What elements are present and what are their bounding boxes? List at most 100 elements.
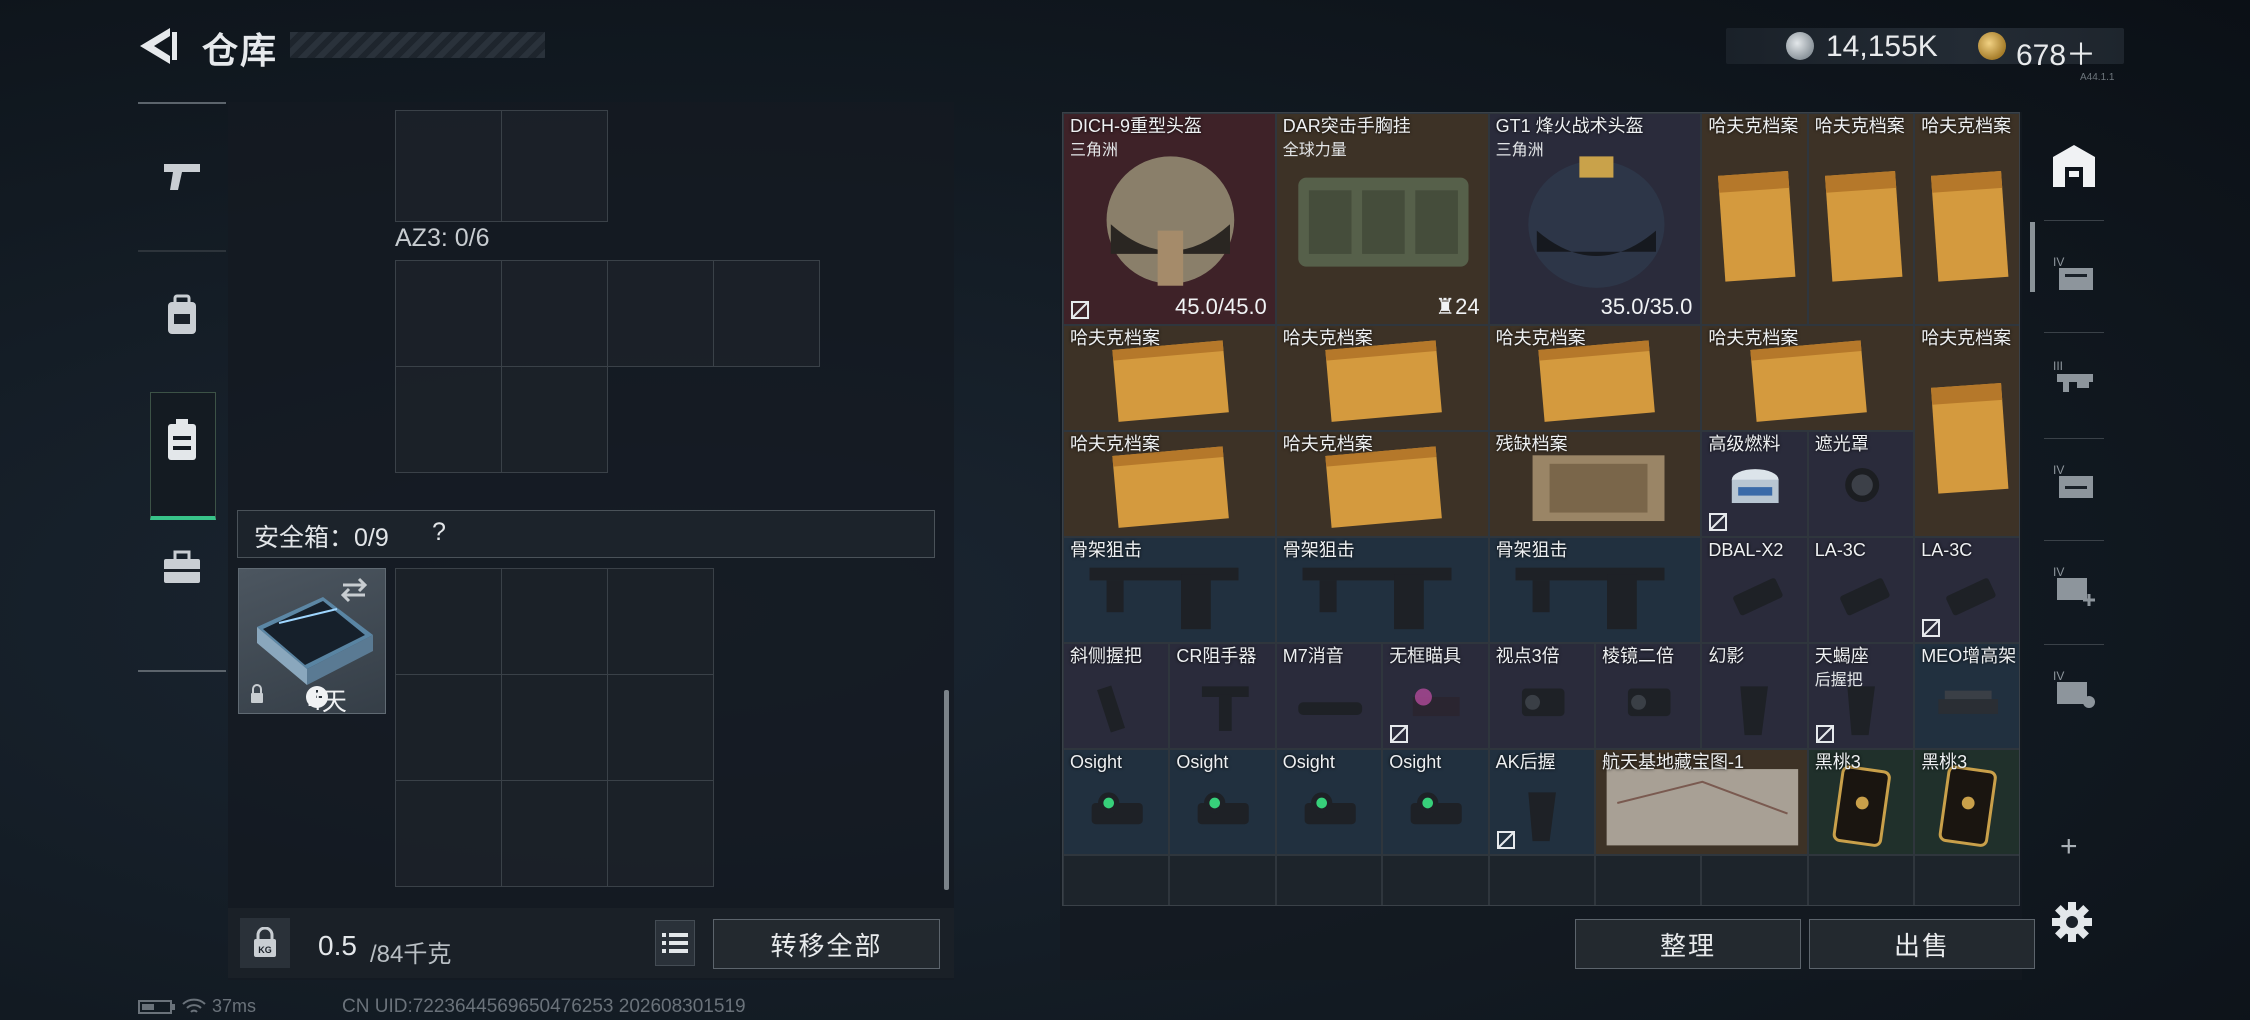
back-button[interactable]	[136, 24, 180, 68]
stash-item[interactable]: LA-3C	[1914, 537, 2019, 643]
empty-stash-slot[interactable]	[1914, 855, 2019, 905]
stash-item[interactable]: MEO增高架	[1914, 643, 2019, 749]
stash-item[interactable]: 斜侧握把	[1063, 643, 1170, 749]
stash-item[interactable]: 哈夫克档案	[1275, 325, 1489, 431]
stash-item[interactable]: Osight	[1382, 749, 1489, 855]
stash-item[interactable]: Osight	[1169, 749, 1276, 855]
safe-slot[interactable]	[607, 674, 714, 781]
stash-item[interactable]: 骨架狙击	[1063, 537, 1276, 643]
nav-case[interactable]	[150, 536, 214, 600]
help-icon[interactable]: ?	[432, 518, 446, 547]
scrollbar[interactable]	[944, 690, 949, 890]
nav-chest-rig[interactable]	[150, 408, 214, 472]
stash-item[interactable]: 无框瞄具	[1382, 643, 1489, 749]
stash-item[interactable]: 天蝎座 后握把	[1807, 643, 1915, 749]
settings-button[interactable]	[2048, 898, 2096, 946]
list-icon	[662, 933, 688, 953]
locked-icon	[1922, 619, 1941, 637]
stash-item[interactable]: 哈夫克档案	[1063, 431, 1276, 537]
stash-item[interactable]: 哈夫克档案	[1701, 325, 1915, 431]
stash-item[interactable]: GT1 烽火战术头盔 三角洲 35.0/35.0	[1488, 113, 1702, 325]
stash-item[interactable]: 哈夫克档案	[1914, 325, 2019, 537]
safe-slot[interactable]	[607, 568, 714, 675]
stash-item[interactable]: M7消音	[1275, 643, 1383, 749]
stash-item[interactable]: 哈夫克档案	[1063, 325, 1276, 431]
empty-stash-slot[interactable]	[1595, 855, 1702, 905]
uid-text: CN UID:7223644569650476253 202608301519	[342, 996, 746, 1017]
item-name: 斜侧握把	[1070, 646, 1142, 666]
container-slot[interactable]	[501, 110, 608, 222]
nav-weapons[interactable]	[150, 144, 214, 208]
stash-item[interactable]: 高级燃料	[1701, 431, 1808, 537]
safe-slot[interactable]	[395, 780, 502, 887]
stash-tab-iv-add[interactable]: IV	[2044, 556, 2104, 616]
nav-divider	[138, 250, 226, 252]
stash-item[interactable]: 哈夫克档案	[1275, 431, 1489, 537]
az3-slot[interactable]	[395, 260, 502, 367]
stash-tab-home[interactable]	[2044, 136, 2104, 196]
stash-item[interactable]: Osight	[1063, 749, 1170, 855]
gold-amount-topup[interactable]: 678＋	[2016, 30, 2096, 74]
weight-max: /84千克	[370, 941, 452, 968]
safe-slot[interactable]	[395, 568, 502, 675]
stash-tab-iii[interactable]: III	[2044, 348, 2104, 408]
stash-item[interactable]: 棱镜二倍	[1595, 643, 1702, 749]
empty-stash-slot[interactable]	[1701, 855, 1808, 905]
sell-button[interactable]: 出售	[1809, 919, 2035, 969]
stash-item[interactable]: 黑桃3	[1914, 749, 2019, 855]
nav-backpack[interactable]	[150, 284, 214, 348]
stash-item[interactable]: DAR突击手胸挂 全球力量 ♜24	[1275, 113, 1489, 325]
stash-item[interactable]: 遮光罩	[1807, 431, 1915, 537]
stash-tab-iv-1-icon: IV	[2053, 255, 2093, 290]
stash-item[interactable]: 哈夫克档案	[1701, 113, 1808, 325]
item-name: CR阻手器	[1176, 646, 1257, 666]
stash-item[interactable]: 骨架狙击	[1275, 537, 1489, 643]
az3-slot[interactable]	[395, 366, 502, 473]
stash-tab-iv-1[interactable]: IV	[2044, 244, 2104, 304]
safe-slot[interactable]	[395, 674, 502, 781]
stash-item[interactable]: 视点3倍	[1488, 643, 1595, 749]
stash-item[interactable]: DICH-9重型头盔 三角洲 45.0/45.0	[1063, 113, 1276, 325]
empty-stash-slot[interactable]	[1488, 855, 1595, 905]
sort-button[interactable]: 整理	[1575, 919, 1801, 969]
stash-item[interactable]: 黑桃3	[1807, 749, 1915, 855]
safe-slot[interactable]	[501, 674, 608, 781]
stash-item[interactable]: 哈夫克档案	[1914, 113, 2019, 325]
stash-item[interactable]: CR阻手器	[1169, 643, 1276, 749]
battery-icon	[138, 1000, 175, 1015]
stash-item[interactable]: 幻影	[1701, 643, 1808, 749]
stash-item[interactable]: 哈夫克档案	[1488, 325, 1702, 431]
empty-stash-slot[interactable]	[1169, 855, 1276, 905]
transfer-all-button[interactable]: 转移全部	[713, 919, 940, 969]
safe-slot[interactable]	[501, 568, 608, 675]
svg-text:KG: KG	[258, 945, 272, 955]
safe-slot[interactable]	[607, 780, 714, 887]
stash-item[interactable]: 航天基地藏宝图-1	[1595, 749, 1808, 855]
stash-item[interactable]: 残缺档案	[1488, 431, 1702, 537]
stash-item[interactable]: 骨架狙击	[1488, 537, 1702, 643]
item-name: 骨架狙击	[1495, 540, 1568, 560]
az3-slot[interactable]	[501, 260, 608, 367]
container-slot[interactable]	[395, 110, 502, 222]
item-name: 高级燃料	[1708, 434, 1781, 454]
stash-item[interactable]: LA-3C	[1807, 537, 1915, 643]
empty-stash-slot[interactable]	[1807, 855, 1915, 905]
stash-item[interactable]: DBAL-X2	[1701, 537, 1808, 643]
stash-item[interactable]: Osight	[1275, 749, 1383, 855]
az3-slot[interactable]	[607, 260, 714, 367]
empty-stash-slot[interactable]	[1275, 855, 1383, 905]
empty-stash-slot[interactable]	[1382, 855, 1489, 905]
weight-lock-button[interactable]: KG	[240, 918, 290, 968]
stash-item[interactable]: AK后握	[1488, 749, 1595, 855]
safe-slot[interactable]	[501, 780, 608, 887]
empty-stash-slot[interactable]	[1063, 855, 1170, 905]
item-name: 骨架狙击	[1282, 540, 1355, 560]
list-view-button[interactable]	[655, 920, 695, 966]
stash-tab-iv-lock[interactable]: IV	[2044, 660, 2104, 720]
silver-amount: 14,155K	[1826, 30, 1938, 63]
az3-slot[interactable]	[713, 260, 820, 367]
az3-slot[interactable]	[501, 366, 608, 473]
stash-item[interactable]: 哈夫克档案	[1807, 113, 1915, 325]
add-tab-button[interactable]: +	[2060, 830, 2078, 864]
stash-tab-iv-2[interactable]: IV	[2044, 452, 2104, 512]
